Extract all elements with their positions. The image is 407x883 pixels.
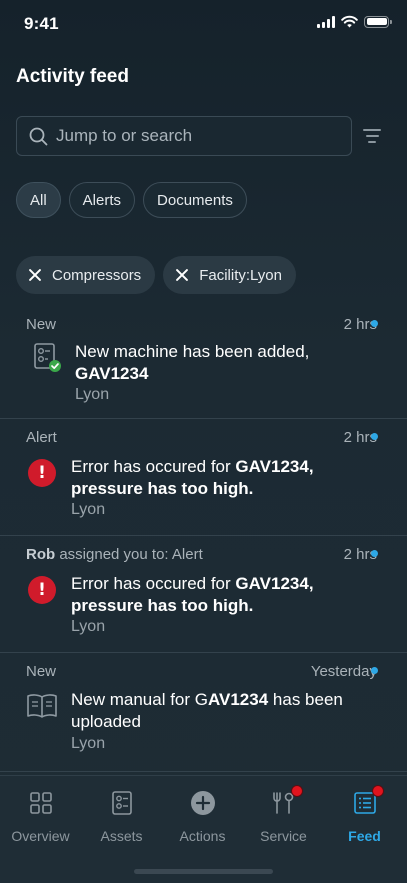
feed-item[interactable]: New 2 hrs New machine has been added, GA… [0,306,407,419]
wifi-icon [341,15,358,28]
error-icon [28,459,56,487]
activity-feed: New 2 hrs New machine has been added, GA… [0,306,407,772]
close-icon[interactable] [175,268,189,282]
asset-icon [109,790,135,816]
tab-label: Overview [11,828,70,844]
plus-circle-icon [190,790,216,816]
tab-assets[interactable]: Assets [81,790,162,844]
feed-item-detail: pressure has too high. [71,479,254,498]
filter-tag-label: Facility:Lyon [199,266,282,284]
tab-label: Assets [100,828,143,844]
category-chips: All Alerts Documents [16,182,247,218]
chip-all[interactable]: All [16,182,61,218]
feed-item-location: Lyon [71,618,106,635]
notification-badge [371,785,384,797]
feed-item-category: New [26,316,57,333]
chip-documents[interactable]: Documents [143,182,247,218]
chip-alerts[interactable]: Alerts [68,182,136,218]
feed-item[interactable]: New Yesterday New manual for GAV1234 has… [0,653,407,772]
tab-actions[interactable]: Actions [162,790,243,844]
feed-item-time: Yesterday [310,663,377,680]
feed-item-category: Alert [26,429,57,446]
feed-item-text: Error has occured for [71,457,231,476]
unread-dot [371,433,378,440]
feed-item-text: New machine has been added, [75,342,310,361]
feed-item-location: Lyon [71,501,106,518]
active-filters: Compressors Facility:Lyon [16,256,296,294]
tab-overview[interactable]: Overview [0,790,81,844]
feed-item-machine-id: AV1234 [208,690,269,709]
tab-label: Service [260,828,307,844]
filter-sort-icon[interactable] [360,124,384,148]
error-icon [28,576,56,604]
battery-icon [364,15,392,28]
tab-label: Feed [348,828,381,844]
notification-badge [290,785,303,797]
tab-feed[interactable]: Feed [324,785,405,844]
machine-added-icon [33,342,61,377]
feed-item-location: Lyon [71,735,106,752]
search-icon [29,127,48,145]
feed-item[interactable]: Alert 2 hrs Error has occured for GAV123… [0,419,407,536]
wrench-icon [271,785,303,816]
feed-item-category: New [26,663,57,680]
status-icons [317,15,392,28]
feed-item-machine-id: GAV1234, [235,574,314,593]
app-screen: 9:41 Activity feed All Alerts Documents [0,0,407,883]
home-indicator[interactable] [134,869,273,874]
page-title: Activity feed [16,66,129,87]
tab-label: Actions [179,828,226,844]
feed-item-text: Error has occured for [71,574,231,593]
feed-item-location: Lyon [75,386,110,403]
status-time: 9:41 [24,14,59,33]
bottom-tab-bar: Overview Assets Actions Service Feed [0,775,407,883]
cellular-signal-icon [317,15,335,28]
search-box[interactable] [16,116,352,156]
manual-book-icon [26,693,58,724]
feed-item-text: New manual for G [71,690,208,709]
unread-dot [371,320,378,327]
tab-service[interactable]: Service [243,785,324,844]
feed-icon [352,785,384,816]
feed-item-assigner: Rob [26,546,56,563]
feed-item-machine-id: GAV1234, [235,457,314,476]
status-bar: 9:41 [0,0,407,48]
filter-tag-facility[interactable]: Facility:Lyon [163,256,296,294]
feed-item[interactable]: Rob assigned you to: Alert 2 hrs Error h… [0,536,407,653]
unread-dot [371,667,378,674]
close-icon[interactable] [28,268,42,282]
filter-tag-compressors[interactable]: Compressors [16,256,156,294]
unread-dot [371,550,378,557]
filter-tag-label: Compressors [52,266,142,284]
search-input[interactable] [56,126,326,146]
feed-item-machine-id: GAV1234 [75,364,149,383]
grid-icon [28,790,54,816]
feed-item-detail: pressure has too high. [71,596,254,615]
feed-item-category: assigned you to: Alert [59,546,203,563]
